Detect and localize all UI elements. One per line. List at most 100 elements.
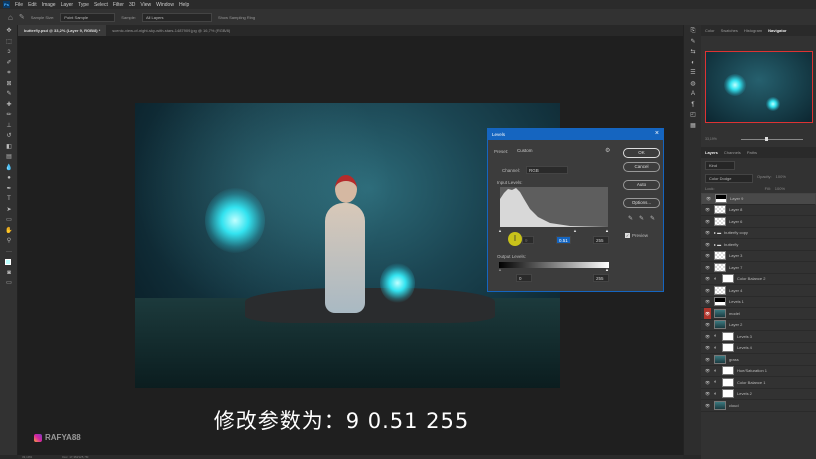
menu-image[interactable]: Image	[42, 2, 56, 8]
clone-stamp-tool-icon[interactable]: ⊥	[5, 123, 13, 130]
adjustments-icon[interactable]: ◐	[689, 60, 697, 67]
move-tool-icon[interactable]: ✥	[5, 28, 13, 35]
black-output-slider[interactable]: ▲	[498, 267, 502, 272]
tab-navigator[interactable]: Navigator	[768, 28, 786, 33]
eraser-tool-icon[interactable]: ◧	[5, 144, 13, 151]
glyphs-icon[interactable]: ◰	[689, 112, 697, 119]
visibility-eye-icon[interactable]: 👁	[705, 196, 712, 201]
screen-mode-icon[interactable]: ▭	[5, 280, 13, 287]
brush-settings-icon[interactable]: ✎	[689, 39, 697, 46]
visibility-eye-icon[interactable]: 👁	[704, 307, 711, 319]
gray-eyedropper-icon[interactable]: ✎	[639, 215, 644, 222]
libraries-icon[interactable]: ▦	[689, 123, 697, 130]
layer-row[interactable]: 👁 Layer 8	[701, 205, 816, 216]
layer-row[interactable]: 👁 ▸ ▬ butterfly copy	[701, 228, 816, 239]
history-icon[interactable]: ⎘	[689, 28, 697, 35]
visibility-eye-icon[interactable]: 👁	[704, 391, 711, 396]
layer-row[interactable]: 👁 ◐ Color Balance 2	[701, 274, 816, 285]
styles-icon[interactable]: ◍	[689, 81, 697, 88]
quick-select-tool-icon[interactable]: ✐	[5, 60, 13, 67]
input-gamma-field[interactable]: 0.51	[556, 236, 571, 244]
tab-swatches[interactable]: Swatches	[721, 28, 738, 33]
crop-tool-icon[interactable]: ⌗	[5, 70, 13, 77]
menu-file[interactable]: File	[15, 2, 23, 8]
menu-type[interactable]: Type	[78, 2, 89, 8]
preset-select[interactable]: Custom	[515, 147, 599, 155]
quick-mask-icon[interactable]: ◙	[5, 270, 13, 277]
path-select-tool-icon[interactable]: ➤	[5, 207, 13, 214]
marquee-tool-icon[interactable]: ⬚	[5, 39, 13, 46]
hand-tool-icon[interactable]: ✋	[5, 228, 13, 235]
layer-row[interactable]: 👁 ◐ Levels 4	[701, 343, 816, 354]
tab-histogram[interactable]: Histogram	[744, 28, 762, 33]
white-output-slider[interactable]: ▲	[605, 267, 609, 272]
visibility-eye-icon[interactable]: 👁	[704, 288, 711, 293]
layer-row[interactable]: 👁 Layer 3	[701, 251, 816, 262]
visibility-eye-icon[interactable]: 👁	[704, 380, 711, 385]
cancel-button[interactable]: Cancel	[623, 162, 660, 172]
auto-button[interactable]: Auto	[623, 180, 660, 190]
menu-view[interactable]: View	[140, 2, 151, 8]
gradient-tool-icon[interactable]: ▤	[5, 154, 13, 161]
close-icon[interactable]: ×	[655, 130, 659, 137]
paragraph-icon[interactable]: ¶	[689, 102, 697, 109]
menu-edit[interactable]: Edit	[28, 2, 37, 8]
visibility-eye-icon[interactable]: 👁	[704, 322, 711, 327]
tab-paths[interactable]: Paths	[747, 150, 757, 155]
brush-tool-icon[interactable]: ✏	[5, 112, 13, 119]
navigator-thumbnail[interactable]	[705, 51, 813, 123]
status-zoom[interactable]: 33,19%	[22, 455, 32, 459]
navigator-zoom[interactable]: 33,19%	[705, 137, 717, 141]
tab-color[interactable]: Color	[705, 28, 715, 33]
tab-scenic-view[interactable]: scenic-view-of-night-sky-with-stars-1487…	[106, 25, 236, 36]
input-black-field[interactable]: 9	[522, 236, 534, 244]
layer-row[interactable]: 👁 ◐ Color Balance 1	[701, 377, 816, 389]
layer-row[interactable]: 👁 Layer 7	[701, 262, 816, 274]
layer-row[interactable]: 👁 ◐ Levels 3	[701, 331, 816, 343]
eyedropper-icon[interactable]: ✎	[19, 13, 25, 21]
visibility-eye-icon[interactable]: 👁	[704, 253, 711, 258]
visibility-eye-icon[interactable]: 👁	[704, 345, 711, 350]
frame-tool-icon[interactable]: ⊠	[5, 81, 13, 88]
layer-row[interactable]: 👁 Levels 1	[701, 297, 816, 308]
properties-icon[interactable]: ☰	[689, 70, 697, 77]
color-swatches-icon[interactable]	[5, 259, 13, 266]
blur-tool-icon[interactable]: 💧	[5, 165, 13, 172]
menu-3d[interactable]: 3D	[129, 2, 135, 8]
preview-checkbox[interactable]: ✓	[625, 233, 630, 238]
layer-row[interactable]: 👁 Layer 9	[701, 193, 816, 205]
tab-layers[interactable]: Layers	[705, 150, 718, 155]
visibility-eye-icon[interactable]: 👁	[704, 357, 711, 362]
character-icon[interactable]: A	[689, 91, 697, 98]
kind-filter-select[interactable]: Kind	[705, 161, 735, 170]
menu-help[interactable]: Help	[179, 2, 189, 8]
layer-row[interactable]: 👁 grass	[701, 354, 816, 366]
black-input-slider[interactable]: ▲	[498, 228, 502, 233]
healing-tool-icon[interactable]: ✚	[5, 102, 13, 109]
sample-select[interactable]: All Layers	[141, 12, 212, 22]
fill-field[interactable]: 100%	[775, 186, 785, 191]
home-icon[interactable]: ⌂	[8, 13, 13, 22]
sampling-ring-checkbox[interactable]: Show Sampling Ring	[218, 15, 255, 20]
visibility-eye-icon[interactable]: 👁	[704, 276, 711, 281]
shape-tool-icon[interactable]: ▭	[5, 217, 13, 224]
menu-filter[interactable]: Filter	[113, 2, 124, 8]
history-brush-tool-icon[interactable]: ↺	[5, 133, 13, 140]
options-button[interactable]: Options...	[623, 198, 660, 208]
menu-window[interactable]: Window	[156, 2, 174, 8]
black-eyedropper-icon[interactable]: ✎	[628, 215, 633, 222]
layer-row[interactable]: 👁 ◐ Levels 2	[701, 389, 816, 400]
visibility-eye-icon[interactable]: 👁	[704, 207, 711, 212]
more-tools-icon[interactable]: ···	[5, 249, 13, 256]
dodge-tool-icon[interactable]: ●	[5, 175, 13, 182]
clone-source-icon[interactable]: ⇆	[689, 49, 697, 56]
white-input-slider[interactable]: ▲	[605, 228, 609, 233]
navigator-zoom-slider[interactable]	[741, 137, 803, 141]
layer-row[interactable]: 👁 ▸ ▬ butterfly	[701, 239, 816, 251]
visibility-eye-icon[interactable]: 👁	[704, 230, 711, 235]
levels-title-bar[interactable]: Levels ×	[488, 129, 663, 140]
type-tool-icon[interactable]: T	[5, 196, 13, 203]
pen-tool-icon[interactable]: ✒	[5, 186, 13, 193]
layer-row[interactable]: 👁 cloud	[701, 400, 816, 412]
sample-size-select[interactable]: Point Sample	[60, 12, 116, 22]
